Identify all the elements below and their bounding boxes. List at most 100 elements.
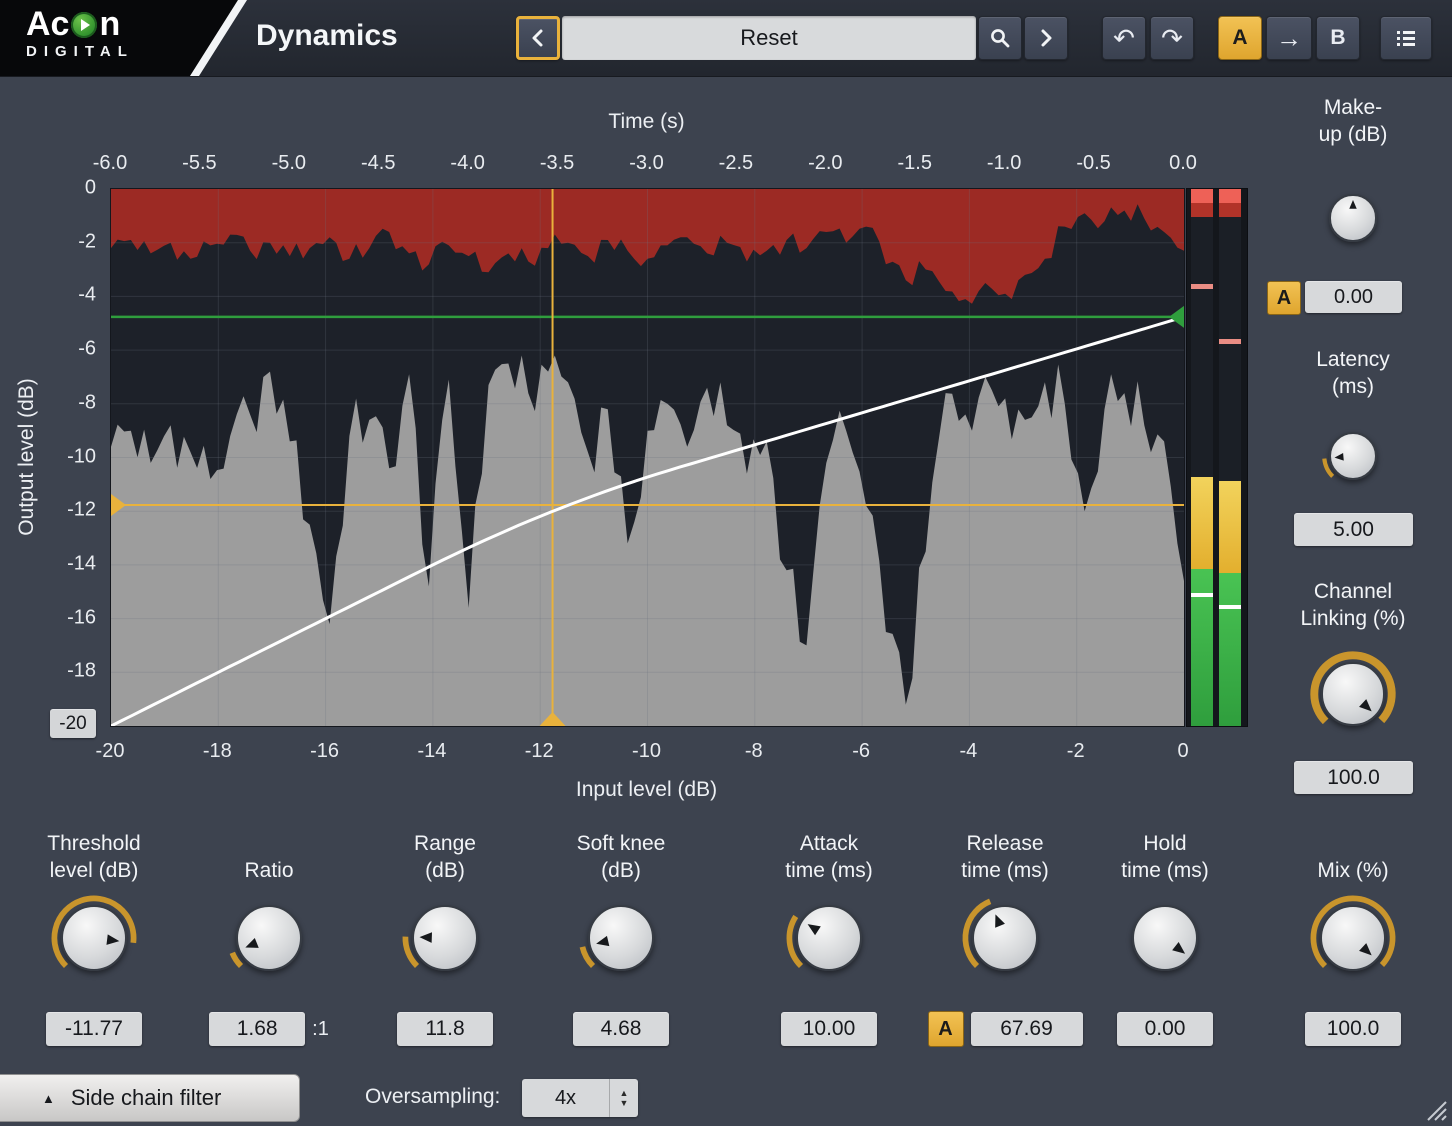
- menu-button[interactable]: [1380, 16, 1432, 60]
- ratio-section: Ratio 1.68 :1: [181, 828, 357, 1046]
- axis-tick: -4.0: [450, 152, 484, 175]
- time-axis-ticks: -6.0-5.5-5.0-4.5-4.0-3.5-3.0-2.5-2.0-1.5…: [0, 152, 1452, 178]
- peak-hold-mark: [1219, 339, 1241, 344]
- axis-tick: -1.5: [898, 152, 932, 175]
- ratio-knob[interactable]: [225, 894, 313, 982]
- resize-grip[interactable]: [1420, 1094, 1448, 1122]
- axis-tick: 0: [85, 177, 96, 200]
- ratio-suffix: :1: [312, 1018, 329, 1041]
- search-icon: [989, 27, 1011, 49]
- attack-value[interactable]: 10.00: [781, 1012, 877, 1046]
- ratio-value[interactable]: 1.68: [209, 1012, 305, 1046]
- axis-tick: -6: [852, 740, 870, 763]
- axis-tick: -0.5: [1076, 152, 1110, 175]
- axis-tick: -8: [78, 391, 96, 414]
- right-arrow-icon: →: [1276, 25, 1302, 51]
- release-label: Releasetime (ms): [917, 828, 1093, 884]
- axis-tick: -2: [78, 230, 96, 253]
- axis-tick: -2.0: [808, 152, 842, 175]
- axis-tick: -4: [78, 284, 96, 307]
- axis-tick: -18: [203, 740, 232, 763]
- mix-knob[interactable]: [1309, 894, 1397, 982]
- release-value[interactable]: 67.69: [971, 1012, 1083, 1046]
- oversampling-select[interactable]: 4x ▲ ▼: [522, 1079, 638, 1117]
- range-label: Range(dB): [357, 828, 533, 884]
- soft-knee-label: Soft knee(dB): [533, 828, 709, 884]
- redo-icon: ↷: [1161, 25, 1183, 51]
- release-auto-button[interactable]: A: [928, 1011, 964, 1047]
- range-section: Range(dB) 11.8: [357, 828, 533, 1046]
- axis-tick: -18: [67, 660, 96, 683]
- axis-tick: -3.5: [540, 152, 574, 175]
- axis-tick: -10: [632, 740, 661, 763]
- threshold-knob[interactable]: [50, 894, 138, 982]
- soft-knee-section: Soft knee(dB) 4.68: [533, 828, 709, 1046]
- axis-tick: -16: [67, 606, 96, 629]
- mix-section: Mix (%) 100.0: [1265, 828, 1441, 1046]
- axis-tick: 0.0: [1169, 152, 1197, 175]
- axis-tick: -1.0: [987, 152, 1021, 175]
- axis-tick: -14: [417, 740, 446, 763]
- time-axis-label: Time (s): [110, 110, 1183, 134]
- ab-select-b-button[interactable]: B: [1316, 16, 1360, 60]
- axis-tick: -6.0: [93, 152, 127, 175]
- clip-indicator: [1219, 189, 1241, 203]
- ab-select-a-button[interactable]: A: [1218, 16, 1262, 60]
- range-knob[interactable]: [401, 894, 489, 982]
- latency-label: Latency(ms): [1263, 346, 1443, 400]
- side-chain-filter-button[interactable]: ▲ Side chain filter: [0, 1074, 300, 1122]
- attack-knob[interactable]: [785, 894, 873, 982]
- preset-name-field[interactable]: Reset: [562, 16, 976, 60]
- release-knob[interactable]: [961, 894, 1049, 982]
- axis-tick: -5.5: [182, 152, 216, 175]
- peak-mark: [1219, 605, 1241, 609]
- makeup-auto-button[interactable]: A: [1267, 281, 1301, 315]
- latency-knob[interactable]: [1321, 424, 1385, 488]
- expand-up-icon: ▲: [42, 1091, 55, 1106]
- meter-left: [1191, 189, 1213, 726]
- meter-right: [1219, 189, 1241, 726]
- axis-tick: -5.0: [272, 152, 306, 175]
- preset-next-button[interactable]: [1024, 16, 1068, 60]
- chevron-left-icon: [528, 27, 548, 49]
- clip-indicator: [1191, 189, 1213, 203]
- makeup-value[interactable]: 0.00: [1305, 281, 1402, 313]
- attack-label: Attacktime (ms): [741, 828, 917, 884]
- output-min-box[interactable]: -20: [50, 709, 96, 738]
- dynamics-graph[interactable]: [110, 188, 1185, 727]
- channel-linking-value[interactable]: 100.0: [1294, 761, 1413, 794]
- axis-tick: -3.0: [629, 152, 663, 175]
- threshold-value[interactable]: -11.77: [46, 1012, 142, 1046]
- undo-button[interactable]: ↶: [1102, 16, 1146, 60]
- redo-button[interactable]: ↷: [1150, 16, 1194, 60]
- latency-value[interactable]: 5.00: [1294, 513, 1413, 546]
- threshold-section: Thresholdlevel (dB) -11.77: [6, 828, 182, 1046]
- makeup-knob[interactable]: [1322, 187, 1384, 249]
- mix-value[interactable]: 100.0: [1305, 1012, 1401, 1046]
- chevron-right-icon: [1036, 27, 1056, 49]
- axis-tick: -20: [96, 740, 125, 763]
- peak-mark: [1191, 593, 1213, 597]
- hold-knob[interactable]: [1121, 894, 1209, 982]
- undo-icon: ↶: [1113, 25, 1135, 51]
- preset-search-button[interactable]: [978, 16, 1022, 60]
- soft-knee-value[interactable]: 4.68: [573, 1012, 669, 1046]
- axis-tick: -2.5: [719, 152, 753, 175]
- hold-value[interactable]: 0.00: [1117, 1012, 1213, 1046]
- attack-section: Attacktime (ms) 10.00: [741, 828, 917, 1046]
- range-value[interactable]: 11.8: [397, 1012, 493, 1046]
- axis-tick: -4: [959, 740, 977, 763]
- ratio-label: Ratio: [181, 828, 357, 884]
- oversampling-value: 4x: [522, 1079, 609, 1117]
- oversampling-label: Oversampling:: [365, 1085, 500, 1109]
- peak-hold-mark: [1191, 284, 1213, 289]
- plugin-title: Dynamics: [256, 19, 398, 53]
- channel-linking-knob[interactable]: [1309, 650, 1397, 738]
- ab-copy-button[interactable]: →: [1266, 16, 1312, 60]
- soft-knee-knob[interactable]: [577, 894, 665, 982]
- axis-tick: -6: [78, 338, 96, 361]
- ceiling-handle: [1169, 306, 1184, 328]
- axis-tick: -10: [67, 445, 96, 468]
- preset-prev-button[interactable]: [516, 16, 560, 60]
- axis-tick: -12: [67, 499, 96, 522]
